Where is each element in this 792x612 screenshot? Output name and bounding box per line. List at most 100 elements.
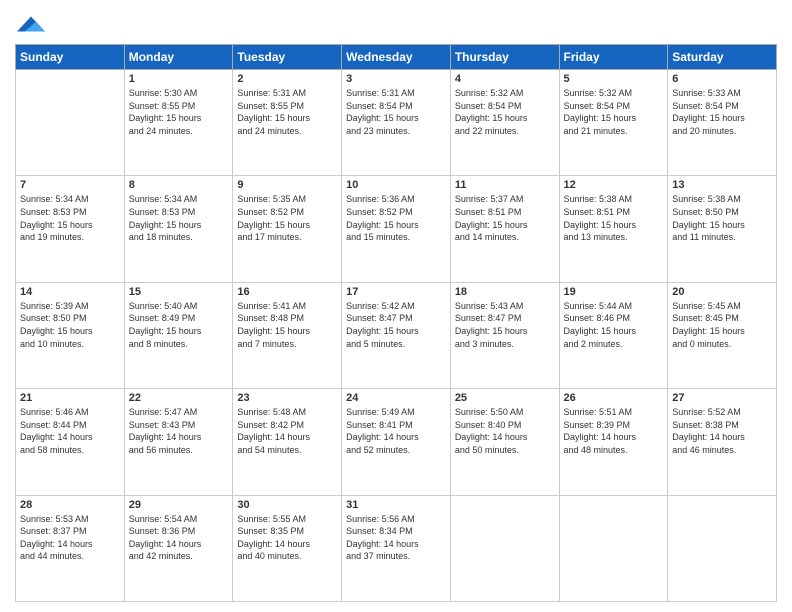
calendar-page: Sunday Monday Tuesday Wednesday Thursday… [0,0,792,612]
table-cell: 9 Sunrise: 5:35 AM Sunset: 8:52 PM Daylig… [233,176,342,282]
day-number: 15 [129,286,229,298]
day-number: 19 [564,286,664,298]
day-info: Sunrise: 5:49 AM Sunset: 8:41 PM Dayligh… [346,406,446,456]
day-info: Sunrise: 5:51 AM Sunset: 8:39 PM Dayligh… [564,406,664,456]
table-cell: 27 Sunrise: 5:52 AM Sunset: 8:38 PM Dayli… [668,389,777,495]
day-info: Sunrise: 5:34 AM Sunset: 8:53 PM Dayligh… [129,193,229,243]
day-info: Sunrise: 5:31 AM Sunset: 8:54 PM Dayligh… [346,87,446,137]
day-info: Sunrise: 5:38 AM Sunset: 8:50 PM Dayligh… [672,193,772,243]
table-cell: 6 Sunrise: 5:33 AM Sunset: 8:54 PM Daylig… [668,70,777,176]
col-tuesday: Tuesday [233,45,342,70]
table-cell: 24 Sunrise: 5:49 AM Sunset: 8:41 PM Dayli… [342,389,451,495]
day-number: 14 [20,286,120,298]
day-number: 3 [346,73,446,85]
day-number: 5 [564,73,664,85]
table-cell: 8 Sunrise: 5:34 AM Sunset: 8:53 PM Daylig… [124,176,233,282]
day-number: 24 [346,392,446,404]
week-row: 1Sunrise: 5:30 AM Sunset: 8:55 PM Daylig… [16,70,777,176]
day-number: 1 [129,73,229,85]
day-number: 28 [20,499,120,511]
table-cell: 31 Sunrise: 5:56 AM Sunset: 8:34 PM Dayli… [342,495,451,601]
day-number: 2 [237,73,337,85]
col-wednesday: Wednesday [342,45,451,70]
day-info: Sunrise: 5:32 AM Sunset: 8:54 PM Dayligh… [564,87,664,137]
day-number: 21 [20,392,120,404]
day-info: Sunrise: 5:33 AM Sunset: 8:54 PM Dayligh… [672,87,772,137]
day-number: 11 [455,179,555,191]
header-row: Sunday Monday Tuesday Wednesday Thursday… [16,45,777,70]
day-info: Sunrise: 5:35 AM Sunset: 8:52 PM Dayligh… [237,193,337,243]
day-number: 17 [346,286,446,298]
day-info: Sunrise: 5:55 AM Sunset: 8:35 PM Dayligh… [237,513,337,563]
week-row: 21 Sunrise: 5:46 AM Sunset: 8:44 PM Dayli… [16,389,777,495]
day-number: 7 [20,179,120,191]
day-info: Sunrise: 5:32 AM Sunset: 8:54 PM Dayligh… [455,87,555,137]
col-sunday: Sunday [16,45,125,70]
day-number: 20 [672,286,772,298]
day-info: Sunrise: 5:56 AM Sunset: 8:34 PM Dayligh… [346,513,446,563]
day-number: 25 [455,392,555,404]
day-info: Sunrise: 5:50 AM Sunset: 8:40 PM Dayligh… [455,406,555,456]
day-info: Sunrise: 5:40 AM Sunset: 8:49 PM Dayligh… [129,300,229,350]
table-cell: 1Sunrise: 5:30 AM Sunset: 8:55 PM Daylig… [124,70,233,176]
table-cell: 18Sunrise: 5:43 AM Sunset: 8:47 PM Dayli… [450,282,559,388]
table-cell: 16 Sunrise: 5:41 AM Sunset: 8:48 PM Dayli… [233,282,342,388]
col-saturday: Saturday [668,45,777,70]
day-number: 29 [129,499,229,511]
col-monday: Monday [124,45,233,70]
table-cell [450,495,559,601]
table-cell [16,70,125,176]
table-cell: 3 Sunrise: 5:31 AM Sunset: 8:54 PM Daylig… [342,70,451,176]
col-thursday: Thursday [450,45,559,70]
table-cell: 23 Sunrise: 5:48 AM Sunset: 8:42 PM Dayli… [233,389,342,495]
week-row: 7 Sunrise: 5:34 AM Sunset: 8:53 PM Daylig… [16,176,777,282]
calendar-table: Sunday Monday Tuesday Wednesday Thursday… [15,44,777,602]
day-number: 31 [346,499,446,511]
table-cell: 19 Sunrise: 5:44 AM Sunset: 8:46 PM Dayli… [559,282,668,388]
day-info: Sunrise: 5:37 AM Sunset: 8:51 PM Dayligh… [455,193,555,243]
table-cell: 26 Sunrise: 5:51 AM Sunset: 8:39 PM Dayli… [559,389,668,495]
day-info: Sunrise: 5:31 AM Sunset: 8:55 PM Dayligh… [237,87,337,137]
day-number: 23 [237,392,337,404]
table-cell: 14 Sunrise: 5:39 AM Sunset: 8:50 PM Dayli… [16,282,125,388]
day-info: Sunrise: 5:47 AM Sunset: 8:43 PM Dayligh… [129,406,229,456]
table-cell: 17Sunrise: 5:42 AM Sunset: 8:47 PM Dayli… [342,282,451,388]
day-info: Sunrise: 5:52 AM Sunset: 8:38 PM Dayligh… [672,406,772,456]
day-info: Sunrise: 5:38 AM Sunset: 8:51 PM Dayligh… [564,193,664,243]
table-cell: 28Sunrise: 5:53 AM Sunset: 8:37 PM Dayli… [16,495,125,601]
day-info: Sunrise: 5:34 AM Sunset: 8:53 PM Dayligh… [20,193,120,243]
day-number: 6 [672,73,772,85]
day-info: Sunrise: 5:44 AM Sunset: 8:46 PM Dayligh… [564,300,664,350]
day-info: Sunrise: 5:45 AM Sunset: 8:45 PM Dayligh… [672,300,772,350]
day-number: 8 [129,179,229,191]
day-number: 9 [237,179,337,191]
day-number: 12 [564,179,664,191]
day-info: Sunrise: 5:48 AM Sunset: 8:42 PM Dayligh… [237,406,337,456]
logo-text [15,10,45,38]
table-cell: 10 Sunrise: 5:36 AM Sunset: 8:52 PM Dayli… [342,176,451,282]
day-number: 4 [455,73,555,85]
day-info: Sunrise: 5:36 AM Sunset: 8:52 PM Dayligh… [346,193,446,243]
table-cell: 15 Sunrise: 5:40 AM Sunset: 8:49 PM Dayli… [124,282,233,388]
day-number: 27 [672,392,772,404]
table-cell: 29 Sunrise: 5:54 AM Sunset: 8:36 PM Dayli… [124,495,233,601]
week-row: 28Sunrise: 5:53 AM Sunset: 8:37 PM Dayli… [16,495,777,601]
day-number: 16 [237,286,337,298]
table-cell [668,495,777,601]
table-cell: 7 Sunrise: 5:34 AM Sunset: 8:53 PM Daylig… [16,176,125,282]
table-cell: 20 Sunrise: 5:45 AM Sunset: 8:45 PM Dayli… [668,282,777,388]
header [15,10,777,38]
day-number: 22 [129,392,229,404]
day-number: 30 [237,499,337,511]
table-cell: 25 Sunrise: 5:50 AM Sunset: 8:40 PM Dayli… [450,389,559,495]
day-info: Sunrise: 5:41 AM Sunset: 8:48 PM Dayligh… [237,300,337,350]
day-info: Sunrise: 5:39 AM Sunset: 8:50 PM Dayligh… [20,300,120,350]
day-number: 26 [564,392,664,404]
table-cell: 12 Sunrise: 5:38 AM Sunset: 8:51 PM Dayli… [559,176,668,282]
day-info: Sunrise: 5:46 AM Sunset: 8:44 PM Dayligh… [20,406,120,456]
day-info: Sunrise: 5:54 AM Sunset: 8:36 PM Dayligh… [129,513,229,563]
table-cell: 4 Sunrise: 5:32 AM Sunset: 8:54 PM Daylig… [450,70,559,176]
table-cell: 30 Sunrise: 5:55 AM Sunset: 8:35 PM Dayli… [233,495,342,601]
day-number: 10 [346,179,446,191]
table-cell: 22 Sunrise: 5:47 AM Sunset: 8:43 PM Dayli… [124,389,233,495]
